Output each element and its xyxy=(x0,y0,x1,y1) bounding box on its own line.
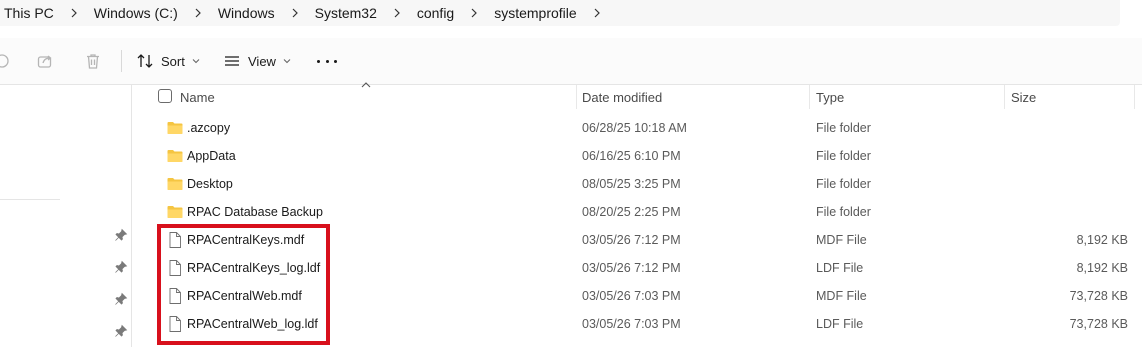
chevron-right-icon[interactable] xyxy=(383,8,411,18)
sort-ascending-icon xyxy=(361,82,371,88)
file-name: AppData xyxy=(187,149,236,163)
file-type: MDF File xyxy=(816,233,867,247)
list-item[interactable]: AppData 06/16/25 6:10 PM File folder xyxy=(150,142,1142,170)
breadcrumb-item-windows[interactable]: Windows xyxy=(212,5,281,21)
chevron-right-icon[interactable] xyxy=(583,8,611,18)
pin-icon[interactable] xyxy=(114,260,128,274)
pin-icon[interactable] xyxy=(114,228,128,242)
chevron-right-icon[interactable] xyxy=(460,8,488,18)
file-type: File folder xyxy=(816,149,871,163)
toolbar-divider xyxy=(121,50,122,72)
file-size xyxy=(1000,114,1128,142)
folder-icon xyxy=(166,175,184,193)
folder-icon xyxy=(166,147,184,165)
file-size: 73,728 KB xyxy=(1069,317,1128,331)
navigation-pane xyxy=(0,85,132,347)
address-bar[interactable]: This PC Windows (C:) Windows System32 co… xyxy=(0,0,1120,26)
breadcrumb-item-config[interactable]: config xyxy=(411,5,460,21)
chevron-right-icon[interactable] xyxy=(60,8,88,18)
column-header-size[interactable]: Size xyxy=(1011,85,1036,109)
file-size: 8,192 KB xyxy=(1076,233,1128,247)
file-type: LDF File xyxy=(816,261,864,275)
column-header-name[interactable]: Name xyxy=(180,85,215,109)
more-options-icon[interactable] xyxy=(317,54,337,68)
file-name: RPAC Database Backup xyxy=(187,205,323,219)
breadcrumb: This PC Windows (C:) Windows System32 co… xyxy=(0,0,611,26)
chevron-down-icon xyxy=(192,59,200,64)
file-type: File folder xyxy=(816,205,871,219)
share-icon[interactable] xyxy=(35,51,55,71)
pin-icon[interactable] xyxy=(114,324,128,338)
copy-icon[interactable] xyxy=(0,51,12,71)
file-date: 08/20/25 2:25 PM xyxy=(582,205,681,219)
file-type: File folder xyxy=(816,121,871,135)
breadcrumb-item-systemprofile[interactable]: systemprofile xyxy=(488,5,582,21)
list-item[interactable]: RPAC Database Backup 08/20/25 2:25 PM Fi… xyxy=(150,198,1142,226)
column-header-type[interactable]: Type xyxy=(816,85,844,109)
file-size xyxy=(1000,142,1128,170)
folder-icon xyxy=(166,203,184,221)
file-size: 73,728 KB xyxy=(1069,289,1128,303)
file-date: 03/05/26 7:03 PM xyxy=(582,289,681,303)
file-name: .azcopy xyxy=(187,121,231,135)
breadcrumb-item-windows-c[interactable]: Windows (C:) xyxy=(88,5,184,21)
file-size xyxy=(1000,198,1128,226)
pin-icon[interactable] xyxy=(114,292,128,306)
breadcrumb-item-this-pc[interactable]: This PC xyxy=(0,5,60,21)
file-date: 08/05/25 3:25 PM xyxy=(582,177,681,191)
file-type: LDF File xyxy=(816,317,864,331)
chevron-down-icon xyxy=(283,59,291,64)
list-item[interactable]: Desktop 08/05/25 3:25 PM File folder xyxy=(150,170,1142,198)
file-name: Desktop xyxy=(187,177,233,191)
view-icon xyxy=(225,56,239,66)
view-label: View xyxy=(248,53,276,69)
file-size xyxy=(1000,170,1128,198)
list-item[interactable]: .azcopy 06/28/25 10:18 AM File folder xyxy=(150,114,1142,142)
nav-divider xyxy=(0,199,60,200)
file-type: File folder xyxy=(816,177,871,191)
file-date: 06/16/25 6:10 PM xyxy=(582,149,681,163)
chevron-right-icon[interactable] xyxy=(184,8,212,18)
file-date: 03/05/26 7:12 PM xyxy=(582,261,681,275)
command-bar: Sort View xyxy=(0,38,1142,85)
column-header-date-modified[interactable]: Date modified xyxy=(582,85,662,109)
file-date: 03/05/26 7:12 PM xyxy=(582,233,681,247)
sort-icon xyxy=(137,54,153,68)
chevron-right-icon[interactable] xyxy=(281,8,309,18)
breadcrumb-item-system32[interactable]: System32 xyxy=(309,5,383,21)
file-date: 03/05/26 7:03 PM xyxy=(582,317,681,331)
file-size: 8,192 KB xyxy=(1076,261,1128,275)
column-divider[interactable] xyxy=(1004,85,1005,109)
delete-icon[interactable] xyxy=(83,51,103,71)
select-all-checkbox[interactable] xyxy=(158,89,172,103)
column-divider[interactable] xyxy=(1134,85,1135,109)
column-divider[interactable] xyxy=(809,85,810,109)
file-type: MDF File xyxy=(816,289,867,303)
sort-label: Sort xyxy=(161,53,185,69)
file-date: 06/28/25 10:18 AM xyxy=(582,121,687,135)
highlight-box xyxy=(157,224,330,345)
sort-button[interactable]: Sort xyxy=(136,49,200,73)
view-button[interactable]: View xyxy=(223,49,291,73)
folder-icon xyxy=(166,119,184,137)
column-divider[interactable] xyxy=(576,85,577,109)
